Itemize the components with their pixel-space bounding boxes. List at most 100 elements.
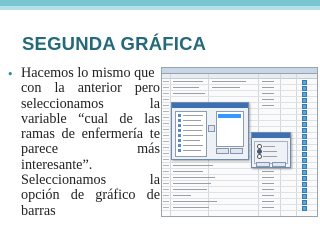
row-number xyxy=(163,123,169,124)
cell-text xyxy=(173,165,213,166)
dialog-titlebar xyxy=(172,103,248,108)
column-marker xyxy=(302,176,307,181)
variable-icon xyxy=(178,114,181,117)
cell-text xyxy=(173,87,199,88)
variable-icon xyxy=(178,119,181,122)
column-marker xyxy=(302,140,307,145)
column-marker xyxy=(302,152,307,157)
cell-text xyxy=(262,189,274,190)
column-marker xyxy=(302,200,307,205)
selected-variable[interactable] xyxy=(218,114,241,118)
row-number xyxy=(163,147,169,148)
dialog-button[interactable] xyxy=(272,162,286,167)
cell-text xyxy=(212,81,246,82)
row-number xyxy=(163,93,169,94)
cell-text xyxy=(173,183,211,184)
row-number xyxy=(163,129,169,130)
grid-row-line xyxy=(162,90,317,91)
cell-text xyxy=(173,207,209,208)
column-marker xyxy=(302,182,307,187)
cell-text xyxy=(262,105,274,106)
row-number xyxy=(163,141,169,142)
cell-text xyxy=(212,87,240,88)
column-marker xyxy=(302,80,307,85)
cell-text xyxy=(262,183,274,184)
column-marker xyxy=(302,110,307,115)
column-marker xyxy=(302,122,307,127)
cell-text xyxy=(262,81,274,82)
grid-row-line xyxy=(162,198,317,199)
cell-text xyxy=(173,189,207,190)
row-number xyxy=(163,87,169,88)
column-marker xyxy=(302,170,307,175)
bullet-line: seleccionamos la xyxy=(21,96,160,112)
row-number xyxy=(163,117,169,118)
radio-label xyxy=(263,156,277,157)
screenshot-column-header xyxy=(162,74,317,79)
row-number xyxy=(163,195,169,196)
slide-title: SEGUNDA GRÁFICA xyxy=(22,33,207,54)
row-number xyxy=(163,171,169,172)
column-marker xyxy=(302,104,307,109)
variable-list[interactable] xyxy=(175,111,207,157)
row-number xyxy=(163,189,169,190)
column-marker xyxy=(302,128,307,133)
bullet-text: Hacemos lo mismo que con la anterior per… xyxy=(21,66,160,219)
variable-name xyxy=(183,150,201,151)
grid-row-line xyxy=(162,210,317,211)
software-screenshot xyxy=(161,67,318,217)
row-number xyxy=(163,165,169,166)
dialog-button[interactable] xyxy=(256,162,270,167)
bullet-icon: • xyxy=(7,68,14,81)
cell-text xyxy=(262,177,274,178)
grid-row-line xyxy=(162,186,317,187)
bullet-line: con la anterior pero xyxy=(21,81,160,97)
bullet-line: interesante”. xyxy=(21,157,93,173)
charts-options-dialog xyxy=(251,132,291,168)
variable-icon xyxy=(178,134,181,137)
row-number xyxy=(163,153,169,154)
cell-text xyxy=(262,87,274,88)
radio-label xyxy=(263,151,277,152)
variable-icon xyxy=(178,149,181,152)
grid-row-line xyxy=(162,204,317,205)
grid-row-line xyxy=(162,168,317,169)
cell-text xyxy=(262,93,274,94)
column-marker xyxy=(302,116,307,121)
column-marker xyxy=(302,158,307,163)
row-number xyxy=(163,111,169,112)
column-marker xyxy=(302,146,307,151)
variable-icon xyxy=(178,124,181,127)
row-number xyxy=(163,183,169,184)
variable-name xyxy=(183,125,203,126)
row-number xyxy=(163,201,169,202)
column-marker xyxy=(302,164,307,169)
variable-name xyxy=(183,120,201,121)
cell-text xyxy=(262,99,274,100)
cell-text xyxy=(262,171,274,172)
row-number xyxy=(163,105,169,106)
cell-text xyxy=(173,201,217,202)
grid-row-line xyxy=(162,180,317,181)
cell-text xyxy=(173,171,203,172)
dialog-button[interactable] xyxy=(216,148,229,154)
grid-row-line xyxy=(162,162,317,163)
row-number xyxy=(163,207,169,208)
cell-text xyxy=(262,201,274,202)
grid-row-line xyxy=(162,174,317,175)
variable-name xyxy=(183,140,200,141)
cell-text xyxy=(173,195,191,196)
radio-label xyxy=(263,146,275,147)
selected-variables-list[interactable] xyxy=(216,111,244,147)
chart-type-radio[interactable] xyxy=(257,154,262,159)
move-variable-button[interactable] xyxy=(208,125,215,132)
variable-name xyxy=(183,135,203,136)
bullet-line: variable “cual de las xyxy=(21,111,160,127)
frequencies-dialog xyxy=(171,102,249,160)
dialog-button[interactable] xyxy=(230,148,243,154)
bullet-line: barras xyxy=(21,203,56,219)
chart-type-group xyxy=(254,141,288,164)
cell-text xyxy=(173,81,203,82)
column-marker xyxy=(302,206,307,211)
bullet-line: ramas de enfermería te xyxy=(21,127,160,143)
